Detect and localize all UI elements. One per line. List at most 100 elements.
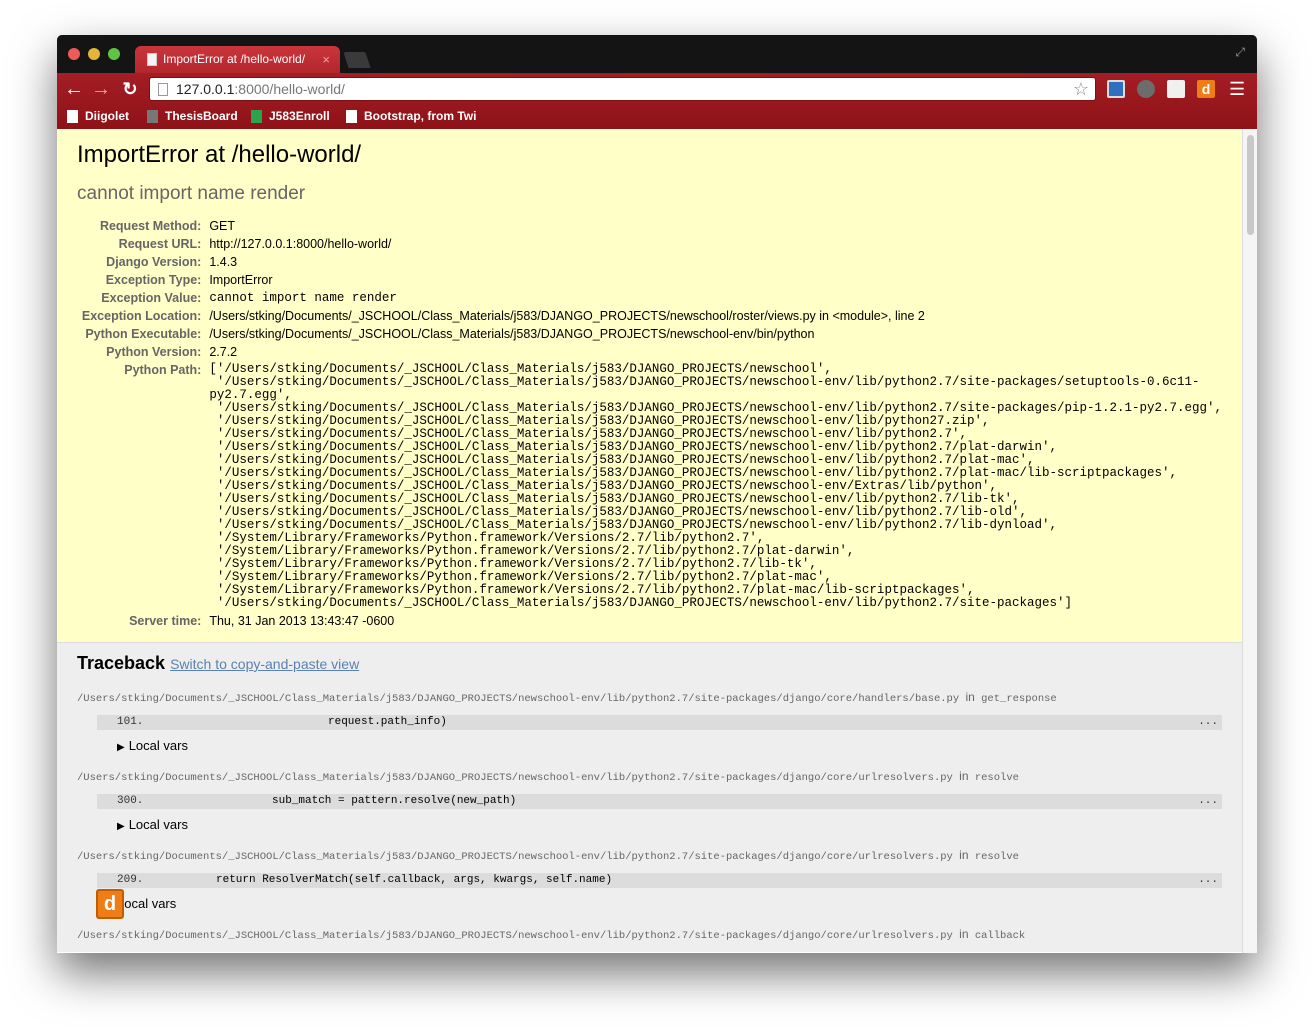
in-word: in	[965, 690, 975, 704]
new-tab-button[interactable]	[343, 52, 371, 68]
bookmark-j583enroll[interactable]: J583Enroll	[251, 109, 330, 123]
bookmark-thesisboard[interactable]: ThesisBoard	[147, 109, 238, 123]
page-content: ImportError at /hello-world/ cannot impo…	[57, 129, 1242, 953]
switch-copy-paste-link[interactable]: Switch to copy-and-paste view	[170, 656, 359, 672]
blackboard-icon	[147, 110, 158, 123]
meta-row: Python Executable: /Users/stking/Document…	[77, 325, 1222, 343]
browser-window: ImportError at /hello-world/ × ⤢ ← → ↻ 1…	[57, 35, 1257, 953]
close-window-button[interactable]	[68, 48, 80, 60]
frame-filename: /Users/stking/Documents/_JSCHOOL/Class_M…	[77, 772, 953, 784]
meta-row: Server time: Thu, 31 Jan 2013 13:43:47 -0…	[77, 612, 1222, 630]
meta-label: Request Method:	[99, 219, 202, 233]
meta-row: Python Path: ['/Users/stking/Documents/_J…	[77, 361, 1222, 612]
scrollbar-thumb[interactable]	[1247, 135, 1254, 235]
meta-label: Python Executable:	[85, 327, 202, 341]
meta-label: Request URL:	[118, 237, 202, 251]
bookmark-label: J583Enroll	[269, 109, 330, 123]
frame-function: resolve	[974, 851, 1019, 863]
code-line: return ResolverMatch(self.callback, args…	[216, 874, 613, 886]
local-vars-label: Local vars	[128, 817, 188, 832]
traceback-frame: /Users/stking/Documents/_JSCHOOL/Class_M…	[77, 769, 1222, 832]
title-bar: ImportError at /hello-world/ × ⤢	[57, 35, 1257, 73]
meta-value: ImportError	[209, 273, 273, 287]
extension-gear-icon[interactable]	[1137, 80, 1155, 98]
meta-label: Python Path:	[124, 363, 202, 377]
meta-row: Django Version: 1.4.3	[77, 253, 1222, 271]
meta-value: /Users/stking/Documents/_JSCHOOL/Class_M…	[209, 327, 815, 341]
context-line[interactable]: 101. request.path_info) ...	[97, 715, 1222, 730]
local-vars-label: Local vars	[128, 738, 188, 753]
vertical-scrollbar[interactable]	[1242, 129, 1257, 953]
frame-file: /Users/stking/Documents/_JSCHOOL/Class_M…	[77, 690, 1222, 705]
page-icon	[158, 83, 168, 96]
page-icon	[147, 53, 157, 66]
meta-value: 2.7.2	[209, 345, 238, 359]
line-number: 209.	[117, 874, 144, 886]
bookmark-diigolet[interactable]: Diigolet	[67, 109, 129, 123]
request-meta-table: Request Method: GET Request URL: http://12…	[77, 217, 1222, 630]
frame-file: /Users/stking/Documents/_JSCHOOL/Class_M…	[77, 927, 1222, 942]
traceback-frame: /Users/stking/Documents/_JSCHOOL/Class_M…	[77, 848, 1222, 919]
meta-value: /Users/stking/Documents/_JSCHOOL/Class_M…	[209, 309, 925, 323]
frame-file: /Users/stking/Documents/_JSCHOOL/Class_M…	[77, 848, 1222, 863]
bookmark-star-icon[interactable]: ☆	[1073, 78, 1089, 100]
meta-label: Exception Location:	[81, 309, 202, 323]
django-debug-toolbar-icon[interactable]: d	[96, 889, 124, 919]
frame-filename: /Users/stking/Documents/_JSCHOOL/Class_M…	[77, 851, 953, 863]
frame-file: /Users/stking/Documents/_JSCHOOL/Class_M…	[77, 769, 1222, 784]
frame-filename: /Users/stking/Documents/_JSCHOOL/Class_M…	[77, 930, 953, 942]
in-word: in	[959, 848, 969, 862]
fullscreen-icon[interactable]: ⤢	[1235, 45, 1245, 60]
traceback-title: Traceback	[77, 653, 166, 673]
frame-function: get_response	[981, 693, 1057, 705]
frame-filename: /Users/stking/Documents/_JSCHOOL/Class_M…	[77, 693, 960, 705]
meta-row: Request Method: GET	[77, 217, 1222, 235]
traceback-heading: Traceback Switch to copy-and-paste view	[77, 653, 1222, 674]
bookmark-label: Diigolet	[85, 109, 129, 123]
meta-row: Request URL: http://127.0.0.1:8000/hello-…	[77, 235, 1222, 253]
traceback-frame: /Users/stking/Documents/_JSCHOOL/Class_M…	[77, 690, 1222, 753]
url-path: :8000/hello-world/	[234, 81, 345, 97]
context-line[interactable]: 209. return ResolverMatch(self.callback,…	[97, 873, 1222, 888]
extension-django-icon[interactable]: d	[1197, 80, 1215, 98]
python-path-value: ['/Users/stking/Documents/_JSCHOOL/Class…	[209, 362, 1222, 610]
traceback-frame: /Users/stking/Documents/_JSCHOOL/Class_M…	[77, 927, 1222, 942]
close-tab-icon[interactable]: ×	[322, 46, 330, 73]
code-line: sub_match = pattern.resolve(new_path)	[272, 795, 517, 807]
forward-button[interactable]: →	[90, 79, 112, 99]
page-title: ImportError at /hello-world/	[77, 141, 362, 168]
code-line: request.path_info)	[328, 716, 447, 728]
local-vars-toggle[interactable]: ▶ Local vars	[117, 738, 1222, 753]
expand-context-dots[interactable]: ...	[1198, 873, 1218, 888]
zoom-window-button[interactable]	[108, 48, 120, 60]
local-vars-label: Local vars	[117, 896, 177, 911]
frame-function: callback	[974, 930, 1026, 942]
bookmarks-bar: Diigolet ThesisBoard J583Enroll Bootstra…	[57, 106, 1257, 129]
meta-row: Exception Location: /Users/stking/Documen…	[77, 307, 1222, 325]
local-vars-toggle[interactable]: d Local vars	[96, 889, 1222, 919]
expand-context-dots[interactable]: ...	[1198, 715, 1218, 730]
minimize-window-button[interactable]	[88, 48, 100, 60]
triangle-right-icon: ▶	[117, 742, 125, 753]
back-button[interactable]: ←	[63, 79, 85, 99]
extension-book-icon[interactable]	[1107, 80, 1125, 98]
expand-context-dots[interactable]: ...	[1198, 794, 1218, 809]
bookmark-label: Bootstrap, from Twi	[364, 109, 477, 123]
meta-label: Exception Type:	[105, 273, 202, 287]
spreadsheet-icon	[251, 110, 262, 123]
in-word: in	[959, 927, 969, 941]
meta-label: Exception Value:	[101, 291, 202, 305]
traceback-section: Traceback Switch to copy-and-paste view …	[57, 643, 1242, 952]
address-bar[interactable]: 127.0.0.1:8000/hello-world/ ☆	[149, 77, 1096, 101]
meta-value: GET	[209, 219, 236, 233]
meta-row: Exception Value: cannot import name rende…	[77, 289, 1222, 307]
tab-title: ImportError at /hello-world/	[163, 52, 306, 66]
bookmark-bootstrap[interactable]: Bootstrap, from Twi	[346, 109, 476, 123]
extension-mask-icon[interactable]	[1167, 80, 1185, 98]
local-vars-toggle[interactable]: ▶ Local vars	[117, 817, 1222, 832]
tab-active[interactable]: ImportError at /hello-world/ ×	[135, 46, 340, 73]
triangle-right-icon: ▶	[117, 821, 125, 832]
reload-button[interactable]: ↻	[119, 79, 141, 99]
context-line[interactable]: 300. sub_match = pattern.resolve(new_pat…	[97, 794, 1222, 809]
chrome-menu-icon[interactable]: ☰	[1229, 80, 1245, 98]
